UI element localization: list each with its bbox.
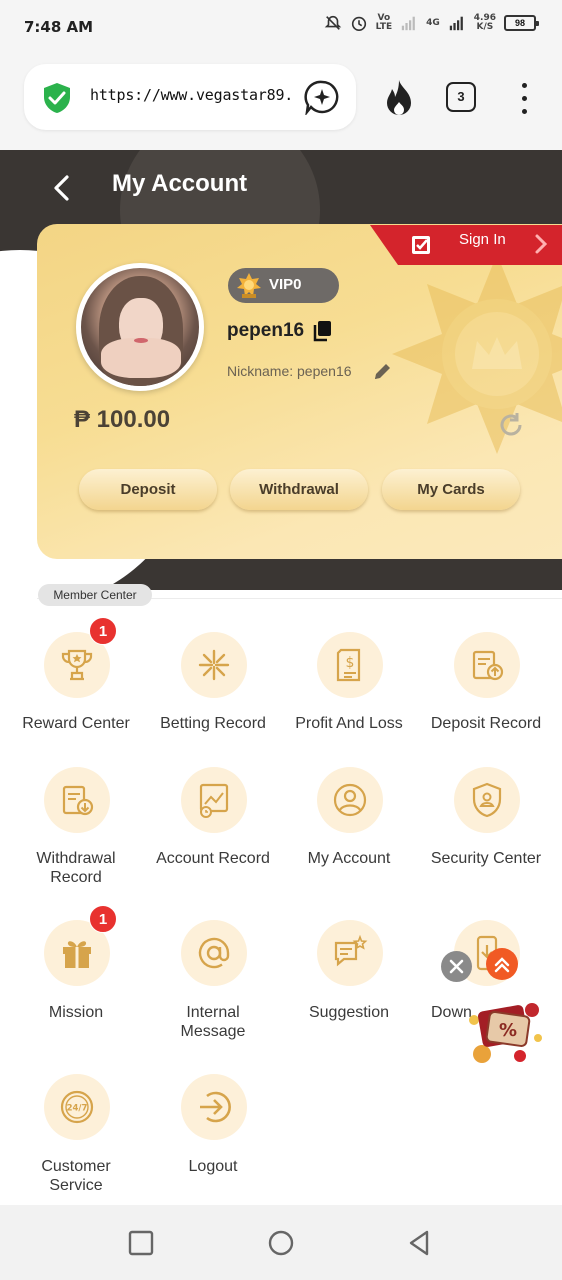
my-account-label[interactable]: My Account [279,849,419,868]
network-speed: 4.96 K/S [474,14,496,32]
internal-message-label[interactable]: Internal Message [143,1003,283,1041]
betting-record-label[interactable]: Betting Record [143,714,283,733]
internal-message-label-line2: Message [180,1023,246,1040]
gift-icon [63,941,91,968]
shield-user-icon [472,782,502,818]
suggestion-button[interactable] [317,920,383,986]
betting-record-icon [198,649,230,681]
close-promo-button[interactable] [441,951,472,982]
my-cards-button[interactable]: My Cards [382,469,520,510]
network-speed-unit: K/S [476,22,494,32]
trophy-icon [61,649,93,681]
home-circle-icon[interactable] [267,1229,295,1257]
secure-shield-icon [44,83,70,113]
nickname: Nickname: pepen16 [227,363,352,379]
internal-message-label-line1: Internal [186,1004,240,1021]
security-center-button[interactable] [454,767,520,833]
signal-4g-icon [449,16,463,31]
mute-icon [324,15,341,30]
url-text[interactable]: https://www.vegastar89.site [90,86,290,104]
double-chevron-up-icon [494,957,510,973]
customer-service-24-7-icon: 24/7 [60,1090,94,1124]
volte-indicator: Vo LTE [375,13,393,32]
page-title: My Account [112,170,248,197]
svg-text:$: $ [346,655,355,671]
tab-count-button[interactable]: 3 [446,82,476,112]
suggestion-label[interactable]: Suggestion [279,1003,419,1022]
account-record-label[interactable]: Account Record [143,849,283,868]
deposit-record-label[interactable]: Deposit Record [416,714,556,733]
logout-button[interactable] [181,1074,247,1140]
withdrawal-button[interactable]: Withdrawal [230,469,368,510]
status-icons: Vo LTE 4G 4.96 K/S 98 [324,13,539,32]
back-triangle-icon[interactable] [405,1229,433,1257]
ai-assistant-icon[interactable] [304,79,340,115]
withdrawal-record-label-line2: Record [50,869,102,886]
browser-toolbar: https://www.vegastar89.site 3 [0,56,562,150]
svg-text:24/7: 24/7 [67,1104,88,1114]
my-account-button[interactable] [317,767,383,833]
deposit-button[interactable]: Deposit [79,469,217,510]
customer-service-button[interactable]: 24/7 [44,1074,110,1140]
suggestion-icon [334,934,368,967]
chevron-right-icon[interactable] [532,233,550,255]
alarm-icon [351,16,366,32]
logout-icon [200,1091,231,1123]
vip-level: VIP0 [269,276,302,293]
back-arrow-icon[interactable] [48,174,76,202]
username: pepen16 [227,320,305,341]
refresh-icon[interactable] [497,411,525,439]
status-time: 7:48 AM [24,18,94,36]
fire-icon[interactable] [382,78,416,116]
close-icon [449,959,464,974]
svg-text:%: % [499,1020,517,1041]
medal-watermark-icon [392,254,562,454]
reward-center-badge: 1 [89,617,117,645]
reward-center-label[interactable]: Reward Center [6,714,146,733]
calendar-check-icon [412,236,430,254]
discount-promo-icon[interactable]: % [462,990,544,1068]
vip-medal-icon [237,273,261,298]
internal-message-button[interactable] [181,920,247,986]
security-center-label[interactable]: Security Center [416,849,556,868]
customer-service-label-line2: Service [49,1177,103,1194]
withdrawal-record-label-line1: Withdrawal [36,850,116,867]
customer-service-label[interactable]: Customer Service [6,1157,146,1195]
profit-and-loss-label[interactable]: Profit And Loss [279,714,419,733]
battery-icon: 98 [504,15,539,31]
deposit-record-icon [472,650,504,681]
customer-service-label-line1: Customer [41,1158,111,1175]
edit-pencil-icon[interactable] [372,362,392,382]
account-record-button[interactable] [181,767,247,833]
status-bar: 7:48 AM Vo LTE 4G 4.96 K/S 98 [0,0,562,56]
address-bar[interactable]: https://www.vegastar89.site [24,64,356,130]
withdrawal-record-label[interactable]: Withdrawal Record [6,849,146,887]
mission-label[interactable]: Mission [6,1003,146,1022]
profit-and-loss-button[interactable]: $ [317,632,383,698]
system-navigation-bar [0,1205,562,1280]
mission-badge: 1 [89,905,117,933]
overflow-menu-icon[interactable] [514,80,534,116]
vip-badge[interactable]: VIP0 [228,268,339,303]
at-sign-icon [198,937,230,969]
member-center-tag: Member Center [38,584,152,606]
balance-amount: ₱ 100.00 [74,406,171,433]
withdrawal-record-button[interactable] [44,767,110,833]
account-record-icon [199,783,229,818]
logout-label[interactable]: Logout [143,1157,283,1176]
signal-icon [401,16,415,31]
betting-record-button[interactable] [181,632,247,698]
deposit-record-button[interactable] [454,632,520,698]
signal-4g-label: 4G [426,17,440,28]
avatar[interactable] [76,263,204,391]
user-icon [333,783,367,817]
withdrawal-record-icon [62,785,94,816]
profit-loss-icon: $ [336,648,361,682]
scroll-top-button[interactable] [486,948,518,980]
recents-square-icon[interactable] [127,1229,155,1257]
copy-icon[interactable] [312,320,332,342]
sign-in-label[interactable]: Sign In [459,231,506,248]
